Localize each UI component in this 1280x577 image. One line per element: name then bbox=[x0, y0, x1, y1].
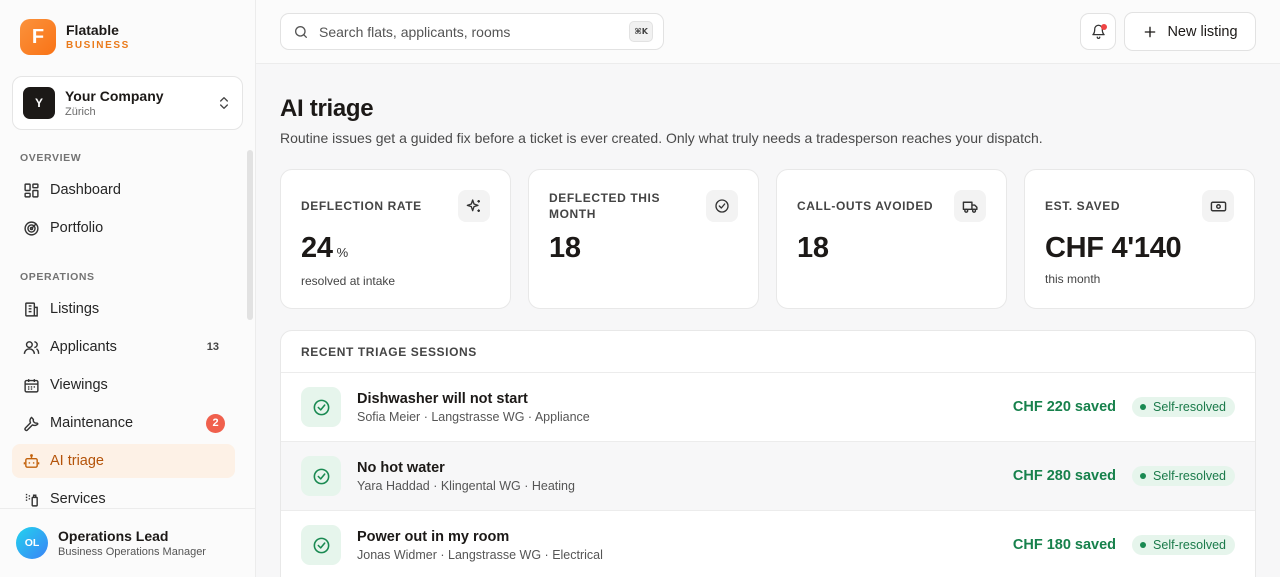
session-title: Power out in my room bbox=[357, 528, 510, 545]
banknote-icon bbox=[1202, 190, 1234, 222]
brand[interactable]: F Flatable BUSINESS bbox=[20, 19, 130, 55]
kpi-value: 18 bbox=[549, 232, 581, 264]
kpi-subtext: resolved at intake bbox=[301, 274, 396, 288]
kpi-subtext: this month bbox=[1045, 272, 1101, 286]
truck-icon bbox=[954, 190, 986, 222]
portfolio-icon bbox=[22, 219, 40, 237]
brand-name: Flatable bbox=[66, 21, 119, 38]
kpi-card-deflected-this-month: DEFLECTED THIS MONTH 18 bbox=[528, 169, 759, 309]
kpi-value: CHF 4'140 bbox=[1045, 232, 1182, 264]
table-row[interactable]: Power out in my room Jonas Widmer · Lang… bbox=[281, 511, 1255, 577]
recent-triage-sessions: RECENT TRIAGE SESSIONS Dishwasher will n… bbox=[280, 330, 1256, 577]
sidebar-item-ai-triage[interactable]: AI triage bbox=[12, 444, 235, 478]
check-circle-icon bbox=[301, 456, 341, 496]
applicants-count: 13 bbox=[206, 341, 219, 353]
kpi-label: CALL-OUTS AVOIDED bbox=[797, 199, 934, 213]
company-switcher[interactable]: Y Your Company Zürich bbox=[12, 76, 243, 130]
status-badge: Self-resolved bbox=[1132, 535, 1235, 555]
brand-subtitle: BUSINESS bbox=[66, 40, 130, 52]
sidebar-item-label: Viewings bbox=[50, 377, 108, 393]
search-icon bbox=[295, 25, 307, 38]
user-role: Business Operations Manager bbox=[58, 546, 206, 558]
company-avatar: Y bbox=[23, 87, 55, 119]
session-saved: CHF 180 saved bbox=[1012, 537, 1117, 553]
session-meta: Sofia Meier · Langstrasse WG · Appliance bbox=[357, 409, 590, 424]
topbar: ⌘K New listing bbox=[256, 0, 1280, 64]
user-name: Operations Lead bbox=[58, 528, 169, 544]
search-box[interactable]: ⌘K bbox=[280, 13, 664, 50]
bot-icon bbox=[22, 452, 40, 470]
nav-section-operations: OPERATIONS bbox=[20, 271, 95, 283]
sidebar-item-maintenance[interactable]: Maintenance 2 bbox=[12, 406, 235, 440]
kpi-card-call-outs-avoided: CALL-OUTS AVOIDED 18 bbox=[776, 169, 1007, 309]
user-profile[interactable]: OL Operations Lead Business Operations M… bbox=[0, 508, 255, 577]
page-title: AI triage bbox=[280, 95, 374, 122]
avatar: OL bbox=[16, 527, 48, 559]
session-saved: CHF 280 saved bbox=[1012, 468, 1117, 484]
sidebar-item-portfolio[interactable]: Portfolio bbox=[12, 211, 235, 245]
kpi-value: 18 bbox=[797, 232, 829, 264]
chevron-up-down-icon bbox=[220, 97, 228, 109]
search-shortcut: ⌘K bbox=[629, 21, 653, 42]
sidebar: F Flatable BUSINESS Y Your Company Züric… bbox=[0, 0, 256, 577]
kpi-label: DEFLECTION RATE bbox=[301, 199, 422, 213]
building-icon bbox=[22, 300, 40, 318]
sidebar-item-viewings[interactable]: Viewings bbox=[12, 368, 235, 402]
sidebar-item-label: Applicants bbox=[50, 339, 117, 355]
plus-icon bbox=[1145, 26, 1156, 37]
session-meta: Yara Haddad · Klingental WG · Heating bbox=[357, 478, 575, 493]
dashboard-icon bbox=[22, 181, 40, 199]
kpi-card-deflection-rate: DEFLECTION RATE 24% resolved at intake bbox=[280, 169, 511, 309]
kpi-card-est-saved: EST. SAVED CHF 4'140 this month bbox=[1024, 169, 1255, 309]
check-circle-icon bbox=[706, 190, 738, 222]
sidebar-item-label: Dashboard bbox=[50, 182, 121, 198]
table-row[interactable]: Dishwasher will not start Sofia Meier · … bbox=[281, 373, 1255, 442]
calendar-icon bbox=[22, 376, 40, 394]
company-city: Zürich bbox=[65, 106, 96, 118]
search-input[interactable] bbox=[319, 23, 630, 40]
brand-logo: F bbox=[20, 19, 56, 55]
nav-section-overview: OVERVIEW bbox=[20, 152, 82, 164]
sidebar-item-applicants[interactable]: Applicants 13 bbox=[12, 330, 235, 364]
new-listing-button[interactable]: New listing bbox=[1124, 12, 1256, 51]
kpi-label: DEFLECTED THIS MONTH bbox=[549, 191, 661, 221]
maintenance-badge: 2 bbox=[206, 413, 225, 433]
new-listing-label: New listing bbox=[1167, 23, 1238, 40]
check-circle-icon bbox=[301, 387, 341, 427]
sidebar-item-label: Services bbox=[50, 491, 106, 507]
users-icon bbox=[22, 338, 40, 356]
kpi-unit: % bbox=[336, 245, 349, 260]
status-badge: Self-resolved bbox=[1132, 466, 1235, 486]
status-badge: Self-resolved bbox=[1132, 397, 1235, 417]
sidebar-item-label: Listings bbox=[50, 301, 100, 317]
notification-dot bbox=[1101, 24, 1107, 30]
session-saved: CHF 220 saved bbox=[1012, 399, 1117, 415]
sidebar-item-listings[interactable]: Listings bbox=[12, 292, 235, 326]
session-title: Dishwasher will not start bbox=[357, 390, 528, 407]
sidebar-item-label: AI triage bbox=[50, 453, 104, 469]
sidebar-item-dashboard[interactable]: Dashboard bbox=[12, 173, 235, 207]
sparkles-icon bbox=[458, 190, 490, 222]
sidebar-item-label: Portfolio bbox=[50, 220, 104, 236]
sidebar-scrollbar[interactable] bbox=[247, 150, 253, 320]
sidebar-item-label: Maintenance bbox=[50, 415, 134, 431]
table-row[interactable]: No hot water Yara Haddad · Klingental WG… bbox=[281, 442, 1255, 511]
company-name: Your Company bbox=[65, 88, 164, 104]
session-meta: Jonas Widmer · Langstrasse WG · Electric… bbox=[357, 547, 603, 562]
session-title: No hot water bbox=[357, 459, 445, 476]
section-title: RECENT TRIAGE SESSIONS bbox=[281, 331, 1255, 373]
check-circle-icon bbox=[301, 525, 341, 565]
kpi-label: EST. SAVED bbox=[1045, 199, 1121, 213]
wrench-icon bbox=[22, 414, 40, 432]
notifications-button[interactable] bbox=[1080, 13, 1116, 50]
page-description: Routine issues get a guided fix before a… bbox=[280, 130, 1043, 146]
services-icon bbox=[22, 490, 40, 508]
kpi-value: 24% bbox=[301, 232, 349, 264]
